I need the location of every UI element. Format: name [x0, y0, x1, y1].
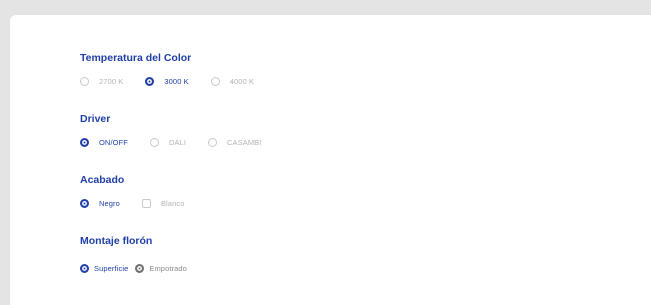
option-label: 3000 K: [164, 76, 189, 86]
radio-unchecked-icon[interactable]: [80, 76, 89, 86]
option-2700k[interactable]: 2700 K: [80, 76, 124, 86]
radio-checked-icon[interactable]: [80, 137, 89, 147]
option-label: Empotrado: [149, 263, 187, 273]
group-title: Acabado: [80, 174, 125, 186]
option-4000k[interactable]: 4000 K: [210, 76, 255, 86]
radio-checked-icon[interactable]: [80, 198, 89, 208]
option-negro[interactable]: Negro: [80, 198, 120, 208]
option-3000k[interactable]: 3000 K: [145, 76, 189, 86]
radio-unchecked-icon[interactable]: [141, 198, 151, 208]
option-label: Negro: [99, 198, 120, 208]
option-label: 2700 K: [99, 76, 124, 86]
radio-checked-icon[interactable]: [135, 263, 145, 273]
option-label: Superficie: [94, 263, 129, 273]
option-label: 4000 K: [229, 76, 255, 86]
option-superficie[interactable]: Superficie: [80, 263, 129, 273]
option-dali[interactable]: DALI: [149, 137, 187, 147]
option-blanco[interactable]: Blanco: [141, 198, 185, 208]
radio-group: ON/OFF DALI CASAMBI: [80, 130, 560, 154]
driver-group: Driver ON/OFF DALI CASAMBI: [80, 112, 560, 173]
radio-unchecked-icon[interactable]: [210, 76, 220, 86]
finish-group: Acabado Negro Blanco: [80, 173, 560, 234]
radio-group: Negro Blanco: [80, 191, 560, 215]
option-empotrado[interactable]: Empotrado: [135, 263, 187, 273]
option-label: Blanco: [160, 198, 185, 208]
product-options-panel: Temperatura del Color 2700 K 3000 K 4000…: [80, 51, 560, 295]
group-title: Driver: [80, 113, 111, 125]
option-casambi[interactable]: CASAMBI: [208, 137, 262, 147]
group-title: Montaje florón: [80, 235, 153, 247]
radio-checked-icon[interactable]: [145, 76, 155, 86]
option-label: CASAMBI: [227, 137, 262, 147]
color-temperature-group: Temperatura del Color 2700 K 3000 K 4000…: [80, 51, 560, 112]
radio-group: Superficie Empotrado: [80, 256, 560, 280]
option-label: ON/OFF: [99, 137, 128, 147]
option-on-off[interactable]: ON/OFF: [80, 137, 128, 147]
radio-checked-icon[interactable]: [80, 263, 89, 273]
options-card: Temperatura del Color 2700 K 3000 K 4000…: [10, 15, 651, 305]
mounting-group: Montaje florón Superficie Empotrado: [80, 234, 560, 295]
radio-unchecked-icon[interactable]: [149, 137, 159, 147]
radio-unchecked-icon[interactable]: [208, 137, 218, 147]
radio-group: 2700 K 3000 K 4000 K: [80, 69, 560, 93]
group-title: Temperatura del Color: [80, 52, 192, 64]
option-label: DALI: [168, 137, 187, 147]
